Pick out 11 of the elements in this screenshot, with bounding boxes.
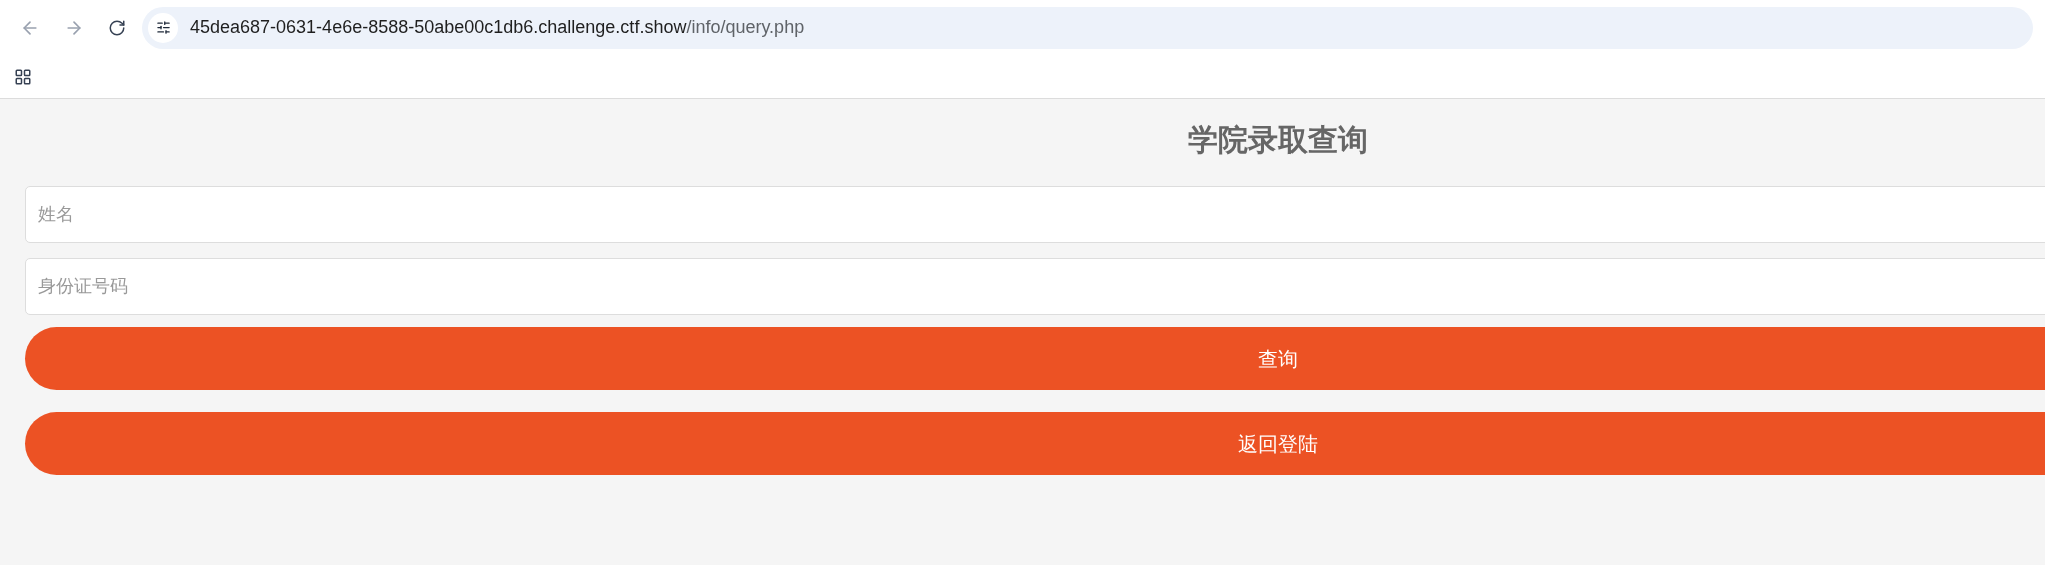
page-title: 学院录取查询 [1188, 121, 1368, 158]
text-field[interactable]: 姓名 [25, 186, 2045, 243]
action-button[interactable]: 查询 [25, 327, 2045, 390]
url-host: 45dea687-0631-4e6e-8588-50abe00c1db6.challenge.ctf.show [190, 17, 687, 37]
action-button[interactable]: 返回登陆 [25, 412, 2045, 475]
reload-button[interactable] [108, 18, 126, 37]
apps-grid-icon[interactable] [14, 67, 32, 86]
address-bar[interactable]: 45dea687-0631-4e6e-8588-50abe00c1db6.challenge.ctf.show/info/query.php [142, 6, 2033, 49]
text-field[interactable]: 身份证号码 [25, 258, 2045, 315]
url-path: /info/query.php [686, 17, 805, 37]
site-settings-icon[interactable] [148, 12, 178, 43]
